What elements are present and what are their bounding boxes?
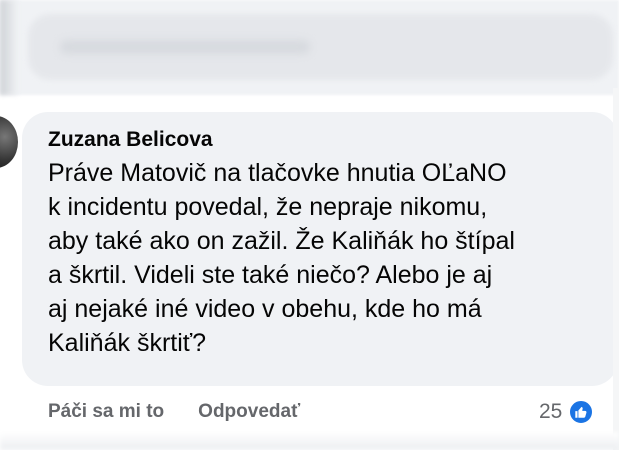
comment-text-line: k incidentu povedal, že nepraje nikomu,: [48, 193, 488, 221]
like-button[interactable]: Páči sa mi to: [48, 401, 164, 422]
next-comment-blurred: [0, 432, 619, 450]
comment-text-line: aby také ako on zažil. Že Kaliňák ho ští…: [48, 227, 515, 255]
reply-button[interactable]: Odpovedať: [198, 401, 300, 422]
comment-text: Práve Matovič na tlačovke hnutia OĽaNO k…: [48, 156, 616, 360]
comment-text-line: a škrtil. Videli ste také niečo? Alebo j…: [48, 261, 493, 289]
comment-text-line: aj nejaké iné video v obehu, kde ho má: [48, 295, 482, 323]
comment-text-line: Práve Matovič na tlačovke hnutia OĽaNO: [48, 159, 507, 187]
reaction-summary[interactable]: 25: [539, 398, 595, 426]
like-thumb-icon: [568, 399, 595, 425]
comment-text-line: Kaliňák škrtiť?: [48, 329, 207, 357]
previous-comment-shadow: [0, 0, 18, 95]
avatar[interactable]: [0, 116, 18, 168]
reaction-count: 25: [539, 400, 563, 423]
comment-author[interactable]: Zuzana Belicova: [48, 126, 213, 154]
comment-actions: Páči sa mi to Odpovedať: [48, 398, 300, 426]
page-edge: [613, 88, 619, 450]
previous-comment-text-blurred: [60, 40, 310, 54]
